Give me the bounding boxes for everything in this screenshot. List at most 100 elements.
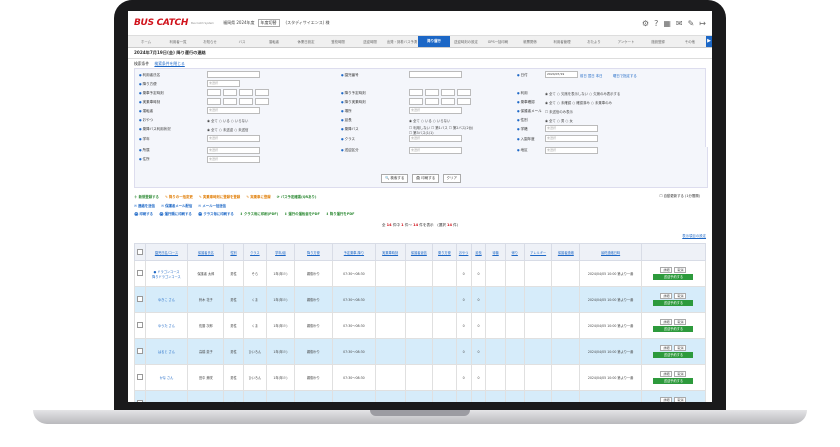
- name-input[interactable]: [207, 71, 260, 78]
- bus-status-options[interactable]: ◉ 全て ○ 未送迎 ○ 未送信: [207, 127, 248, 132]
- nav-tab[interactable]: お知らせ: [194, 39, 226, 44]
- condition-toggle-link[interactable]: 検索条件を閉じる: [154, 61, 184, 66]
- nav-tab[interactable]: 出発・到着バス予測: [386, 39, 418, 44]
- reserve-button[interactable]: 送迎予約する: [653, 325, 694, 332]
- drop-hour-to[interactable]: [441, 89, 455, 96]
- driver-select[interactable]: 未選択: [207, 107, 260, 114]
- print-by-route-button[interactable]: 🖨 運行順に印刷する: [159, 210, 192, 219]
- auto-refresh-checkbox[interactable]: ☐ 自動更新する (1分間隔): [659, 193, 700, 198]
- detail-button[interactable]: 詳細: [660, 292, 673, 299]
- column-header[interactable]: 保護者連絡: [551, 243, 581, 261]
- nav-tab[interactable]: 休業日設定: [290, 39, 322, 44]
- nav-tab[interactable]: 送迎時刻の設定: [450, 39, 482, 44]
- sex-options[interactable]: ◉ 全て ○ 男 ○ 女: [545, 118, 573, 123]
- child-name[interactable]: はると さん: [144, 338, 189, 365]
- help-icon[interactable]: ?: [654, 19, 658, 28]
- parent-mail-button[interactable]: ✉ 保護者メール配信: [161, 202, 192, 211]
- table-row[interactable]: かな さん 田中 美咲 男性 ひいろん 1年(年少) 親御かり 07:30〜08:30 0 0 2…: [134, 364, 707, 391]
- column-header[interactable]: 延長: [470, 243, 487, 261]
- row-checkbox-box[interactable]: [136, 348, 143, 354]
- child-name[interactable]: そうた さん: [144, 390, 189, 402]
- driver-pdf-button[interactable]: ⬇ 運行の運転者をPDF: [284, 210, 319, 219]
- app-logo[interactable]: BUS CATCH: [134, 18, 188, 28]
- board-hour-from[interactable]: [207, 89, 221, 96]
- table-row[interactable]: はると さん 高橋 恵子 男性 ひいろん 1年(年少) 親御かり 07:30〜08:30 0 0…: [134, 338, 707, 365]
- class-select[interactable]: 未選択: [409, 135, 462, 142]
- nav-tab[interactable]: おたより: [578, 39, 610, 44]
- address-input[interactable]: 未選択: [207, 156, 260, 163]
- drop-hour-from[interactable]: [409, 89, 423, 96]
- nav-tab[interactable]: 帳票関係: [514, 39, 546, 44]
- weekday-link[interactable]: 曜日で指定する: [613, 73, 637, 78]
- column-header[interactable]: 降り方便: [293, 243, 334, 261]
- search-button[interactable]: 🔍 検索する: [380, 174, 409, 183]
- nav-tab[interactable]: 降り運行: [418, 36, 450, 47]
- actual-hour-to[interactable]: [239, 98, 253, 105]
- adrop-hour-to[interactable]: [441, 98, 455, 105]
- reserve-button[interactable]: 送迎予約する: [653, 299, 694, 306]
- board-min-from[interactable]: [223, 89, 237, 96]
- actual-register-button[interactable]: ✎ 実乗車に登録: [246, 193, 270, 202]
- unsent-only-checkbox[interactable]: ☐ 未送信のみ表示: [545, 109, 573, 114]
- row-checkbox[interactable]: [134, 286, 146, 313]
- reserve-button[interactable]: 送迎予約する: [653, 273, 694, 280]
- send-contact-button[interactable]: ✉ 連絡を送信: [134, 202, 155, 211]
- nav-tab[interactable]: 利用者管理: [546, 39, 578, 44]
- adrop-hour-from[interactable]: [409, 98, 423, 105]
- column-header[interactable]: 性別: [223, 243, 244, 261]
- detail-button[interactable]: 詳細: [660, 266, 673, 273]
- actual-min-to[interactable]: [255, 98, 269, 105]
- class-pdf-button[interactable]: ⬇ クラス毎に印刷(PDF): [240, 210, 278, 219]
- print-list-button[interactable]: 🖨 印刷する: [134, 210, 153, 219]
- date-nav-links[interactable]: 前日 翌日 本日: [580, 73, 603, 78]
- row-checkbox-box[interactable]: [136, 322, 143, 328]
- actual-hour-from[interactable]: [207, 98, 221, 105]
- area-select[interactable]: 未選択: [545, 147, 598, 154]
- snack-options[interactable]: ◉ 全て ○ いる ○ いらない: [207, 118, 248, 123]
- detail-button[interactable]: 詳細: [660, 344, 673, 351]
- logout-icon[interactable]: ↦: [699, 19, 706, 28]
- bulk-mail-button[interactable]: ✉ メール一括送信: [198, 202, 226, 211]
- bulk-change-button[interactable]: ✎ 降りの一括変更: [165, 193, 193, 202]
- reserve-button[interactable]: 送迎予約する: [653, 377, 694, 384]
- column-header[interactable]: 実乗車時刻: [374, 243, 406, 261]
- child-name-link[interactable]: かな さん: [160, 376, 174, 380]
- nav-tab[interactable]: 送迎時間: [354, 39, 386, 44]
- course-select[interactable]: 未選択: [545, 125, 598, 132]
- column-header[interactable]: 園児氏名/コース: [144, 243, 189, 261]
- column-header[interactable]: クラス: [242, 243, 268, 261]
- cancel-button[interactable]: 取消: [674, 266, 687, 273]
- new-register-button[interactable]: ＋ 新規登録する: [134, 193, 159, 202]
- child-name[interactable]: ゆうた さん: [144, 312, 189, 339]
- row-checkbox[interactable]: [134, 338, 146, 365]
- child-name-link[interactable]: ● ドラゴンコース: [153, 270, 179, 274]
- gear-icon[interactable]: ⚙: [642, 19, 649, 28]
- row-checkbox-box[interactable]: [136, 400, 143, 402]
- column-header[interactable]: 保護者返信: [404, 243, 434, 261]
- year-switch-button[interactable]: 年度切替: [257, 19, 280, 27]
- cancel-button[interactable]: 取消: [674, 370, 687, 377]
- nav-tab[interactable]: アンケート: [610, 39, 642, 44]
- nav-tab[interactable]: バス: [226, 39, 258, 44]
- child-name[interactable]: ● ドラゴンコース 降りドラゴンコース: [144, 260, 189, 287]
- board-hour-to[interactable]: [239, 89, 253, 96]
- bus-plan-button[interactable]: ⟳ バス予定確認(QRあり): [277, 193, 317, 202]
- enroll-year-select[interactable]: 未選択: [545, 135, 598, 142]
- column-header[interactable]: おやつ: [455, 243, 472, 261]
- confirm-options[interactable]: ◉ 全て ○ 未確認 ○ 確認済み ○ 未乗車のみ: [545, 100, 612, 105]
- nav-tab[interactable]: 登校時間: [322, 39, 354, 44]
- clear-button[interactable]: クリア: [442, 174, 462, 183]
- select-all-checkbox[interactable]: [134, 243, 146, 261]
- column-header[interactable]: 待機: [485, 243, 506, 261]
- print-button[interactable]: 🖨 印刷する: [411, 174, 440, 183]
- table-row[interactable]: ● ドラゴンコース 降りドラゴンコース 保護者 太郎 男性 そら 1年(年少) 親御かり 07…: [134, 260, 707, 287]
- column-header[interactable]: [640, 243, 707, 261]
- child-name-link[interactable]: はると さん: [158, 350, 175, 354]
- transfer-type-select[interactable]: 未選択: [409, 147, 462, 154]
- actual-min-from[interactable]: [223, 98, 237, 105]
- row-checkbox[interactable]: [134, 260, 146, 287]
- column-header[interactable]: 乗り方便: [432, 243, 457, 261]
- use-opt-all[interactable]: ◉ 全て ○ 欠席を表示しない ○ 欠席のみ表示する: [545, 91, 620, 96]
- board-min-to[interactable]: [255, 89, 269, 96]
- cancel-button[interactable]: 取消: [674, 292, 687, 299]
